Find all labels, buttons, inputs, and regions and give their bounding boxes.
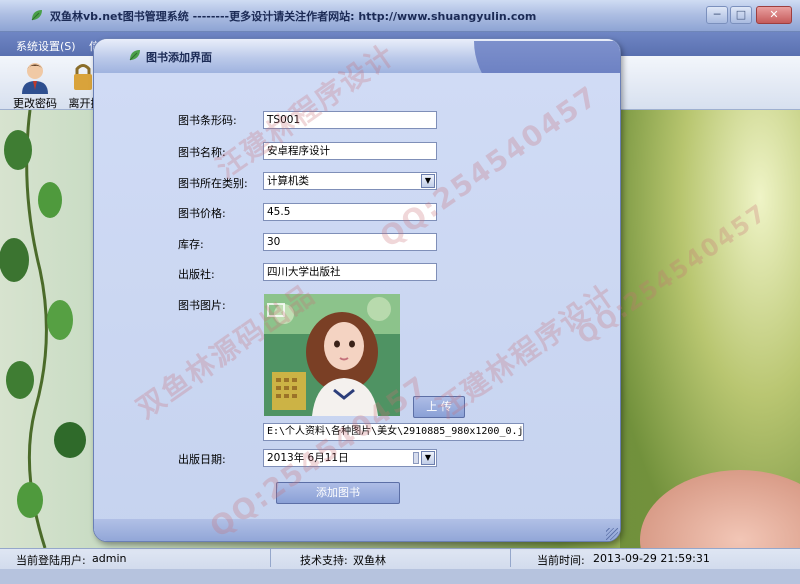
tech-support-label: 技术支持: bbox=[300, 554, 348, 567]
publish-date-value: 2013年 6月11日 bbox=[267, 452, 349, 464]
dialog-bottom-bar bbox=[94, 519, 620, 541]
category-select[interactable]: 计算机类 ▼ bbox=[263, 172, 437, 190]
upload-button[interactable]: 上 传 bbox=[413, 396, 465, 418]
dialog-title-bar[interactable]: 图书添加界面 bbox=[94, 39, 620, 111]
book-image-preview bbox=[264, 294, 400, 416]
price-input[interactable]: 45.5 bbox=[263, 203, 437, 221]
book-name-label: 图书名称: bbox=[178, 146, 226, 159]
main-title-bar: 双鱼林vb.net图书管理系统 --------更多设计请关注作者网站: htt… bbox=[0, 0, 800, 32]
calendar-dropdown-icon[interactable]: ▼ bbox=[421, 451, 435, 465]
change-password-label: 更改密码 bbox=[13, 97, 57, 110]
menu-item-system-settings[interactable]: 系统设置(S) bbox=[16, 38, 76, 54]
publisher-input[interactable]: 四川大学出版社 bbox=[263, 263, 437, 281]
current-time-value: 2013-09-29 21:59:31 bbox=[593, 552, 710, 565]
image-path-input[interactable]: E:\个人资料\各种图片\美女\2910885_980x1200_0.jpg bbox=[263, 423, 524, 441]
current-user-value: admin bbox=[92, 552, 127, 565]
current-user-label: 当前登陆用户: bbox=[16, 554, 86, 567]
resize-grip[interactable] bbox=[606, 528, 618, 540]
stock-input[interactable]: 30 bbox=[263, 233, 437, 251]
add-book-button[interactable]: 添加图书 bbox=[276, 482, 400, 504]
barcode-input[interactable]: TS001 bbox=[263, 111, 437, 129]
book-image-label: 图书图片: bbox=[178, 299, 226, 312]
current-time-label: 当前时间: bbox=[537, 554, 585, 567]
category-selected-value: 计算机类 bbox=[267, 175, 309, 187]
stock-label: 库存: bbox=[178, 238, 204, 251]
user-icon bbox=[22, 63, 48, 94]
category-label: 图书所在类别: bbox=[178, 177, 248, 190]
leaf-icon bbox=[129, 50, 140, 61]
close-button[interactable]: ✕ bbox=[756, 6, 792, 24]
chevron-down-icon[interactable]: ▼ bbox=[421, 174, 435, 188]
tech-support-value: 双鱼林 bbox=[353, 554, 386, 567]
book-name-input[interactable]: 安卓程序设计 bbox=[263, 142, 437, 160]
publisher-label: 出版社: bbox=[178, 268, 215, 281]
change-password-button[interactable]: 更改密码 bbox=[10, 58, 60, 110]
girl-photo bbox=[264, 294, 400, 416]
status-bar: 当前登陆用户: admin 技术支持: 双鱼林 当前时间: 2013-09-29… bbox=[0, 548, 800, 584]
maximize-button[interactable]: □ bbox=[730, 6, 752, 24]
publish-date-picker[interactable]: 2013年 6月11日 ▼ bbox=[263, 449, 437, 467]
leaf-icon bbox=[31, 10, 42, 21]
publish-date-label: 出版日期: bbox=[178, 453, 226, 466]
date-spin-icon[interactable] bbox=[413, 452, 419, 464]
barcode-label: 图书条形码: bbox=[178, 114, 237, 127]
minimize-button[interactable]: ─ bbox=[706, 6, 728, 24]
price-label: 图书价格: bbox=[178, 207, 226, 220]
dialog-title: 图书添加界面 bbox=[146, 51, 212, 64]
window-title: 双鱼林vb.net图书管理系统 --------更多设计请关注作者网站: htt… bbox=[50, 10, 537, 23]
vine-leaves bbox=[0, 110, 86, 548]
